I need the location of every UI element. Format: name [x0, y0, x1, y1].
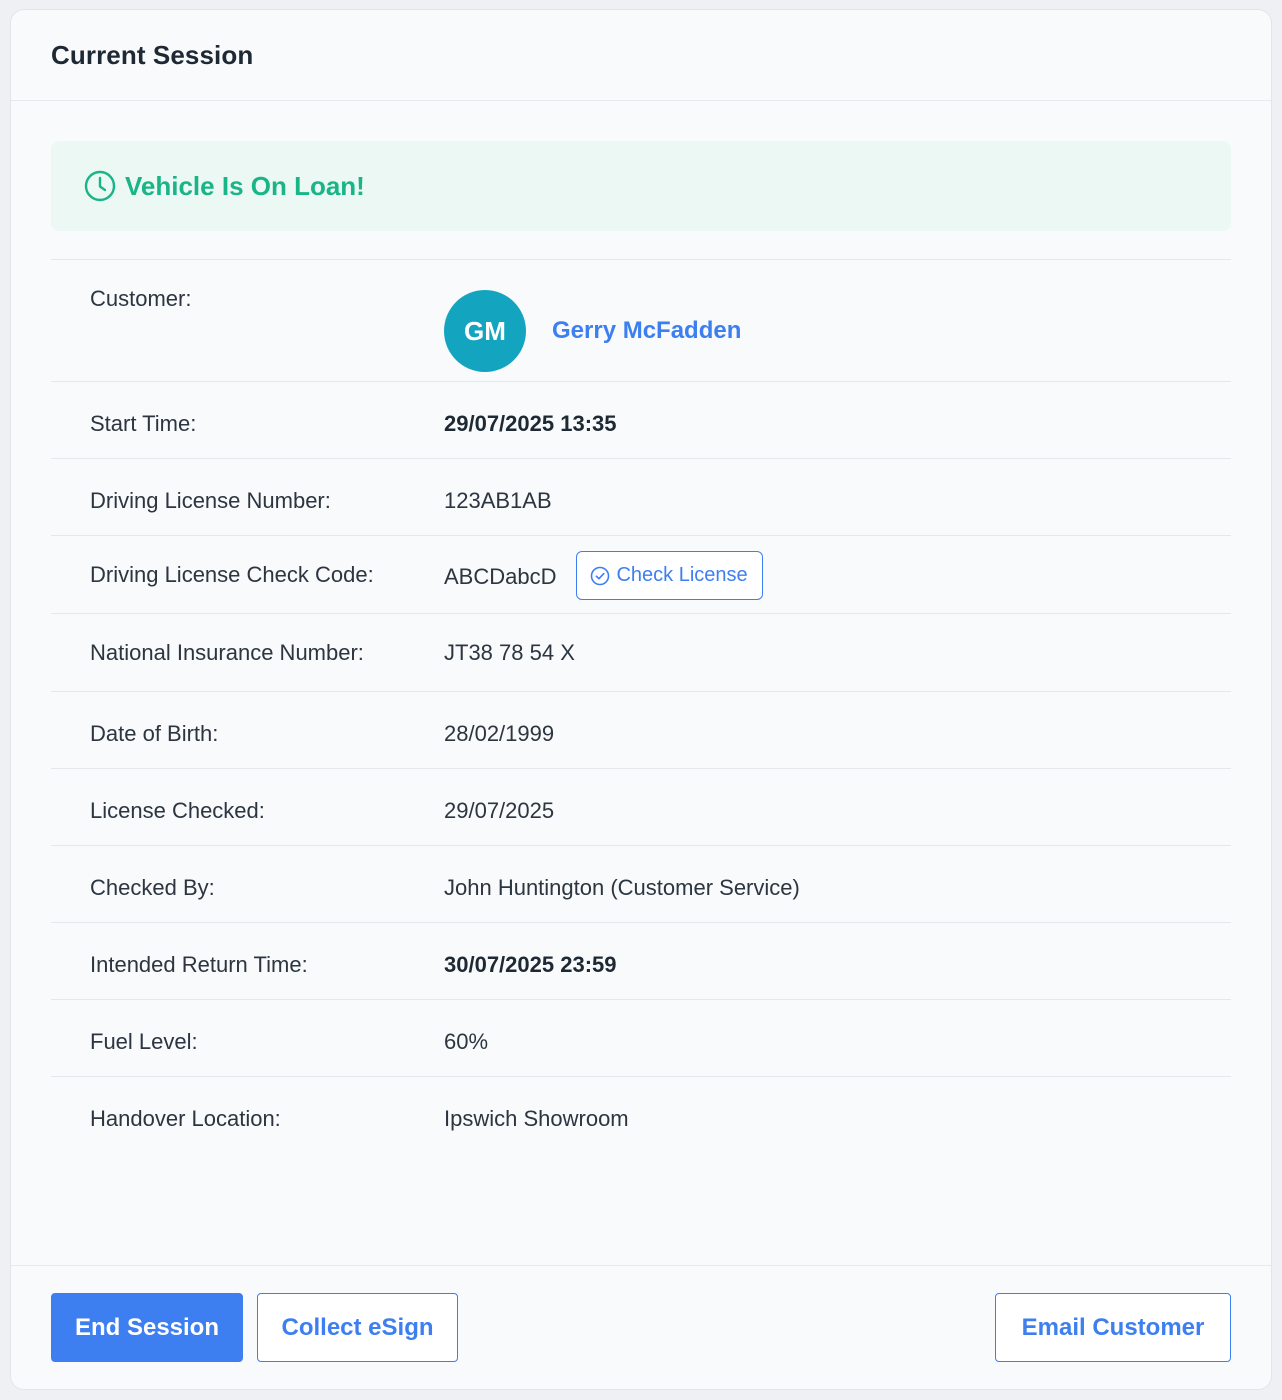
detail-row-dob: Date of Birth: 28/02/1999	[51, 692, 1231, 769]
card-header: Current Session	[11, 10, 1271, 101]
detail-row-customer: Customer: GM Gerry McFadden	[51, 260, 1231, 382]
collect-esign-button[interactable]: Collect eSign	[257, 1293, 458, 1362]
avatar[interactable]: GM	[444, 289, 526, 372]
email-customer-button[interactable]: Email Customer	[995, 1293, 1231, 1362]
current-session-card: Current Session Vehicle Is On Loan! Cust…	[10, 9, 1272, 1390]
loan-status-alert: Vehicle Is On Loan!	[51, 141, 1231, 231]
session-details-table: Customer: GM Gerry McFadden Start Time: …	[51, 259, 1231, 1154]
detail-row-fuel-level: Fuel Level: 60%	[51, 1000, 1231, 1077]
card-title: Current Session	[51, 39, 254, 70]
end-session-button[interactable]: End Session	[51, 1293, 243, 1362]
card-footer: End Session Collect eSign Email Customer	[11, 1265, 1271, 1389]
detail-row-start-time: Start Time: 29/07/2025 13:35	[51, 382, 1231, 459]
detail-label: Driving License Number:	[90, 488, 331, 513]
check-circle-icon	[590, 566, 610, 586]
detail-value: JT38 78 54 X	[444, 640, 575, 665]
detail-value: 123AB1AB	[444, 488, 552, 513]
detail-value: 29/07/2025	[444, 798, 555, 823]
detail-value: 28/02/1999	[444, 721, 555, 746]
detail-value: 29/07/2025 13:35	[444, 411, 617, 436]
detail-value: Ipswich Showroom	[444, 1106, 629, 1131]
detail-label: Customer:	[90, 286, 192, 311]
detail-label: Intended Return Time:	[90, 952, 308, 977]
detail-value: ABCDabcD Check License	[444, 536, 1231, 613]
detail-row-ni-number: National Insurance Number: JT38 78 54 X	[51, 614, 1231, 692]
check-license-label: Check License	[616, 564, 748, 586]
card-body: Vehicle Is On Loan! Customer: GM Gerry M…	[11, 101, 1271, 1154]
detail-row-license-number: Driving License Number: 123AB1AB	[51, 459, 1231, 536]
customer-name-link[interactable]: Gerry McFadden	[552, 313, 741, 349]
detail-label: National Insurance Number:	[90, 640, 364, 665]
detail-label: Start Time:	[90, 411, 197, 436]
detail-row-license-checked: License Checked: 29/07/2025	[51, 769, 1231, 846]
clock-icon	[84, 170, 116, 202]
detail-value: John Huntington (Customer Service)	[444, 875, 800, 900]
license-check-code: ABCDabcD	[444, 564, 557, 589]
detail-row-handover-location: Handover Location: Ipswich Showroom	[51, 1077, 1231, 1154]
detail-row-license-check-code: Driving License Check Code: ABCDabcD Che…	[51, 536, 1231, 614]
detail-value: 30/07/2025 23:59	[444, 952, 617, 977]
detail-row-checked-by: Checked By: John Huntington (Customer Se…	[51, 846, 1231, 923]
detail-value: GM Gerry McFadden	[444, 260, 1231, 381]
detail-value: 60%	[444, 1029, 489, 1054]
check-license-button[interactable]: Check License	[576, 551, 763, 600]
detail-label: Checked By:	[90, 875, 215, 900]
detail-row-return-time: Intended Return Time: 30/07/2025 23:59	[51, 923, 1231, 1000]
detail-label: License Checked:	[90, 798, 265, 823]
detail-label: Driving License Check Code:	[90, 562, 374, 587]
detail-label: Fuel Level:	[90, 1029, 198, 1054]
alert-text: Vehicle Is On Loan!	[125, 170, 365, 201]
detail-label: Handover Location:	[90, 1106, 281, 1131]
detail-label: Date of Birth:	[90, 721, 219, 746]
